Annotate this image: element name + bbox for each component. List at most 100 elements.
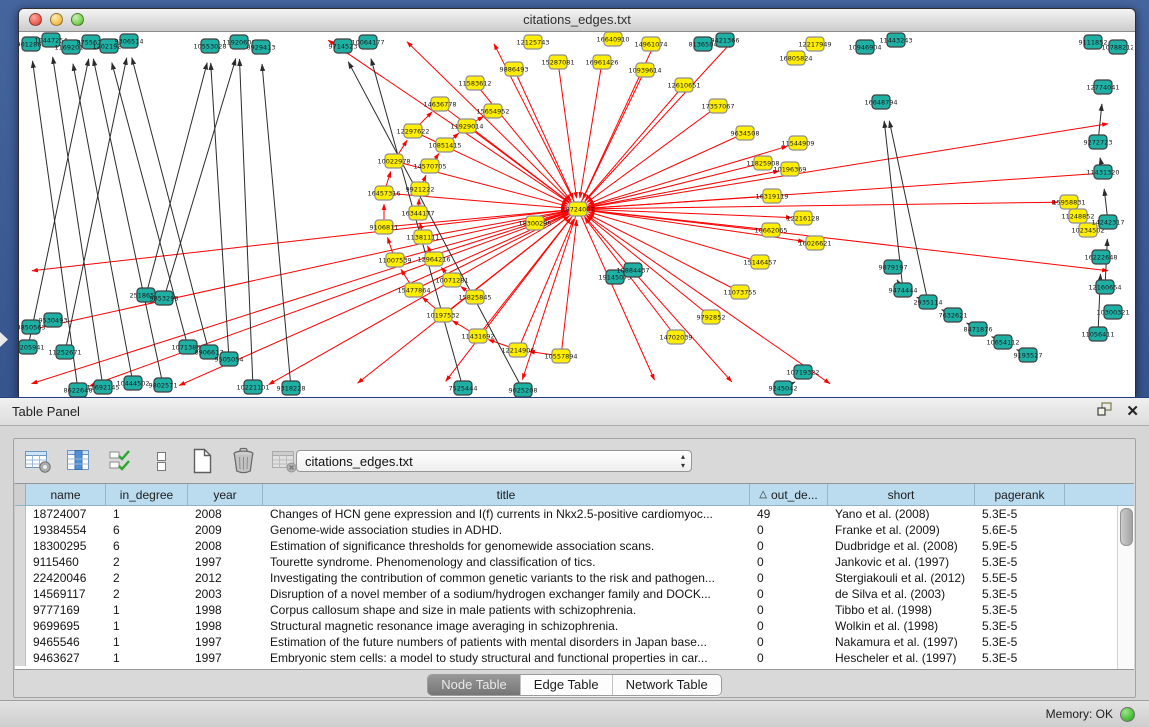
cell-title[interactable]: Tourette syndrome. Phenomenology and cla… (263, 554, 750, 570)
cell-out_de[interactable]: 0 (750, 618, 828, 634)
cell-in_degree[interactable]: 2 (106, 554, 188, 570)
citation-edge[interactable] (33, 61, 79, 390)
citation-edge[interactable] (889, 121, 928, 302)
graph-node[interactable]: 15958831 (1052, 195, 1085, 209)
cell-in_degree[interactable]: 1 (106, 634, 188, 650)
cell-out_de[interactable]: 49 (750, 506, 828, 522)
graph-node[interactable]: 12214906 (501, 343, 534, 357)
graph-node[interactable]: 12297622 (396, 124, 429, 138)
cell-short[interactable]: de Silva et al. (2003) (828, 586, 975, 602)
cell-year[interactable]: 2012 (188, 570, 263, 586)
delete-columns-icon[interactable] (227, 445, 259, 477)
graph-node[interactable]: 16640910 (596, 32, 629, 46)
cell-pagerank[interactable]: 5.3E-5 (975, 602, 1065, 618)
column-header-year[interactable]: year (188, 484, 263, 505)
cell-name[interactable]: 14569117 (26, 586, 106, 602)
close-icon[interactable]: ✕ (1126, 404, 1139, 419)
graph-node[interactable]: 15146457 (743, 255, 776, 269)
graph-node[interactable]: 9474444 (889, 283, 918, 297)
graph-node[interactable]: 12217949 (798, 37, 831, 51)
scrollbar-thumb[interactable] (1120, 508, 1133, 546)
row-height-icon[interactable] (145, 445, 177, 477)
graph-node[interactable]: 17357067 (701, 99, 734, 113)
graph-node[interactable]: 10946904 (848, 40, 881, 54)
citation-edge[interactable] (578, 209, 830, 384)
cell-name[interactable]: 9465546 (26, 634, 106, 650)
cell-pagerank[interactable]: 5.3E-5 (975, 554, 1065, 570)
network-window-titlebar[interactable]: citations_edges.txt (19, 9, 1135, 32)
citation-network-graph[interactable]: 10557894 12214906 11431692 10197532 1547… (19, 32, 1133, 397)
column-header-short[interactable]: short (828, 484, 975, 505)
graph-node[interactable]: 11252671 (48, 345, 81, 359)
cell-title[interactable]: Disruption of a novel member of a sodium… (263, 586, 750, 602)
close-window-button[interactable] (29, 13, 42, 26)
cell-pagerank[interactable]: 5.3E-5 (975, 506, 1065, 522)
citation-edge[interactable] (580, 62, 602, 198)
cell-title[interactable]: Estimation of significance thresholds fo… (263, 538, 750, 554)
graph-node[interactable]: 11248852 (1061, 209, 1094, 223)
cell-year[interactable]: 2008 (188, 506, 263, 522)
graph-node[interactable]: 16805824 (779, 51, 812, 65)
graph-node[interactable]: 10022978 (377, 154, 410, 168)
graph-node[interactable]: 10719322 (786, 365, 819, 379)
cell-short[interactable]: Dudbridge et al. (2008) (828, 538, 975, 554)
graph-node[interactable]: 12964216 (417, 252, 450, 266)
table-row[interactable]: 977716911998Corpus callosum shape and si… (15, 602, 1134, 618)
graph-node[interactable]: 10444502 (116, 376, 149, 390)
cell-title[interactable]: Embryonic stem cells: a model to study s… (263, 650, 750, 666)
minimize-window-button[interactable] (50, 13, 63, 26)
column-header-pagerank[interactable]: pagerank (975, 484, 1065, 505)
column-header-name[interactable]: name (26, 484, 106, 505)
graph-node[interactable]: 7525444 (449, 381, 478, 395)
cell-in_degree[interactable]: 2 (106, 570, 188, 586)
graph-node[interactable]: 15654952 (476, 104, 509, 118)
graph-node[interactable]: 12216128 (786, 211, 819, 225)
graph-node[interactable]: 9025208 (509, 383, 538, 397)
tab-node-table[interactable]: Node Table (428, 675, 520, 695)
graph-node[interactable]: 12125743 (516, 35, 549, 49)
network-view-canvas[interactable]: 10557894 12214906 11431692 10197532 1547… (19, 32, 1133, 397)
cell-out_de[interactable]: 0 (750, 570, 828, 586)
cell-name[interactable]: 9115460 (26, 554, 106, 570)
citation-edge[interactable] (578, 202, 1058, 209)
cell-short[interactable]: Jankovic et al. (1997) (828, 554, 975, 570)
select-all-rows-icon[interactable] (104, 445, 136, 477)
citation-edge[interactable] (32, 209, 578, 271)
cell-in_degree[interactable]: 2 (106, 586, 188, 602)
cell-out_de[interactable]: 0 (750, 554, 828, 570)
cell-name[interactable]: 9463627 (26, 650, 106, 666)
cell-year[interactable]: 1998 (188, 618, 263, 634)
cell-pagerank[interactable]: 5.9E-5 (975, 538, 1065, 554)
graph-node[interactable]: 11007539 (378, 253, 411, 267)
show-columns-icon[interactable] (63, 445, 95, 477)
citation-edge[interactable] (164, 59, 236, 299)
graph-node[interactable]: 14636778 (423, 97, 456, 111)
graph-node[interactable]: 10221101 (236, 380, 269, 394)
graph-node[interactable]: 10071281 (435, 273, 468, 287)
cell-in_degree[interactable]: 1 (106, 618, 188, 634)
zoom-window-button[interactable] (71, 13, 84, 26)
cell-title[interactable]: Estimation of the future numbers of pati… (263, 634, 750, 650)
cell-pagerank[interactable]: 5.5E-5 (975, 570, 1065, 586)
graph-node[interactable]: 11929014 (450, 119, 483, 133)
cell-title[interactable]: Genome-wide association studies in ADHD. (263, 522, 750, 538)
cell-year[interactable]: 1998 (188, 602, 263, 618)
graph-node[interactable]: 10654112 (986, 335, 1019, 349)
table-row[interactable]: 969969511998Structural magnetic resonanc… (15, 618, 1134, 634)
citation-edge[interactable] (32, 209, 578, 330)
citation-edge[interactable] (132, 58, 209, 352)
tab-edge-table[interactable]: Edge Table (520, 675, 612, 695)
citation-edge[interactable] (578, 124, 1108, 209)
cell-out_de[interactable]: 0 (750, 602, 828, 618)
cell-title[interactable]: Corpus callosum shape and size in male p… (263, 602, 750, 618)
citation-edge[interactable] (583, 70, 645, 199)
table-panel-titlebar[interactable]: Table Panel ✕ (0, 398, 1149, 426)
table-row[interactable]: 911546021997Tourette syndrome. Phenomeno… (15, 554, 1134, 570)
cell-short[interactable]: Nakamura et al. (1997) (828, 634, 975, 650)
cell-year[interactable]: 1997 (188, 650, 263, 666)
cell-short[interactable]: Franke et al. (2009) (828, 522, 975, 538)
graph-node[interactable]: 9792852 (697, 310, 726, 324)
citation-edge[interactable] (578, 209, 732, 382)
cell-short[interactable]: Tibbo et al. (1998) (828, 602, 975, 618)
cell-name[interactable]: 9777169 (26, 602, 106, 618)
